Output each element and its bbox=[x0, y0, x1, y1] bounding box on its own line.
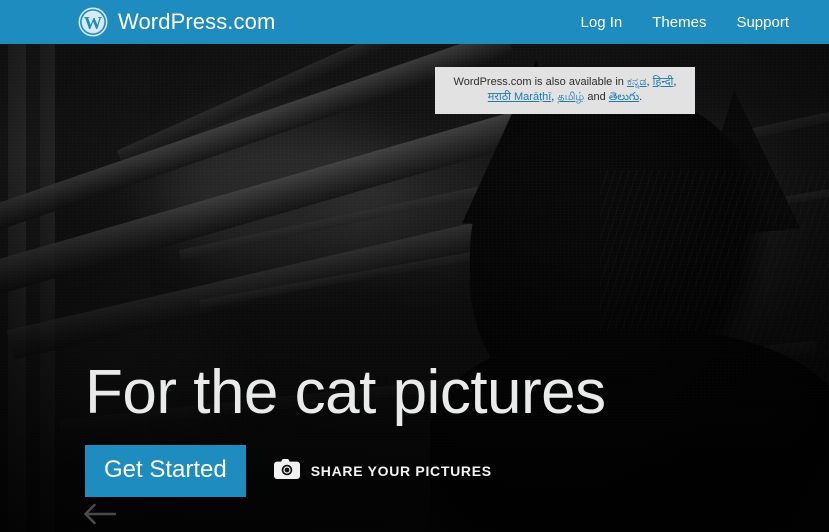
slider-prev-button[interactable] bbox=[80, 503, 120, 529]
share-link-label: Share your pictures bbox=[310, 463, 492, 479]
wordpress-logo-icon: W bbox=[78, 7, 108, 37]
svg-text:W: W bbox=[84, 13, 102, 33]
nav-item-log-in[interactable]: Log In bbox=[581, 14, 623, 31]
camera-icon bbox=[273, 458, 300, 484]
get-started-button[interactable]: Get Started bbox=[85, 445, 246, 497]
brand-home-link[interactable]: W WordPress.com bbox=[78, 0, 275, 44]
hero-content: For the cat pictures Get Started Share y… bbox=[85, 358, 606, 497]
language-link-kannada[interactable]: ಕನ್ನಡ bbox=[627, 76, 647, 88]
site-header: W WordPress.com Log In Themes Support bbox=[0, 0, 829, 44]
language-conjunction: and bbox=[584, 91, 609, 103]
language-notice-banner: WordPress.com is also available in ಕನ್ನಡ… bbox=[435, 67, 695, 114]
language-notice-prefix: WordPress.com is also available in bbox=[453, 76, 627, 88]
share-your-pictures-link[interactable]: Share your pictures bbox=[273, 458, 492, 484]
brand-name: WordPress.com bbox=[118, 9, 276, 34]
language-link-marathi[interactable]: मराठी Marāṭhī bbox=[488, 91, 552, 103]
language-separator: , bbox=[673, 76, 677, 88]
arrow-left-icon bbox=[83, 503, 117, 530]
nav-item-support[interactable]: Support bbox=[736, 14, 789, 31]
primary-nav: Log In Themes Support bbox=[581, 0, 789, 44]
hero-title: For the cat pictures bbox=[85, 358, 606, 427]
wordpress-landing-page: W WordPress.com Log In Themes Support Wo… bbox=[0, 0, 829, 532]
nav-item-themes[interactable]: Themes bbox=[652, 14, 706, 31]
language-link-tamil[interactable]: தமிழ் bbox=[557, 91, 584, 103]
language-link-hindi[interactable]: हिन्दी bbox=[653, 76, 674, 88]
language-link-telugu[interactable]: తెలుగు bbox=[609, 91, 639, 103]
language-notice-suffix: . bbox=[639, 91, 643, 103]
hero-actions: Get Started Share your pictures bbox=[85, 445, 606, 497]
